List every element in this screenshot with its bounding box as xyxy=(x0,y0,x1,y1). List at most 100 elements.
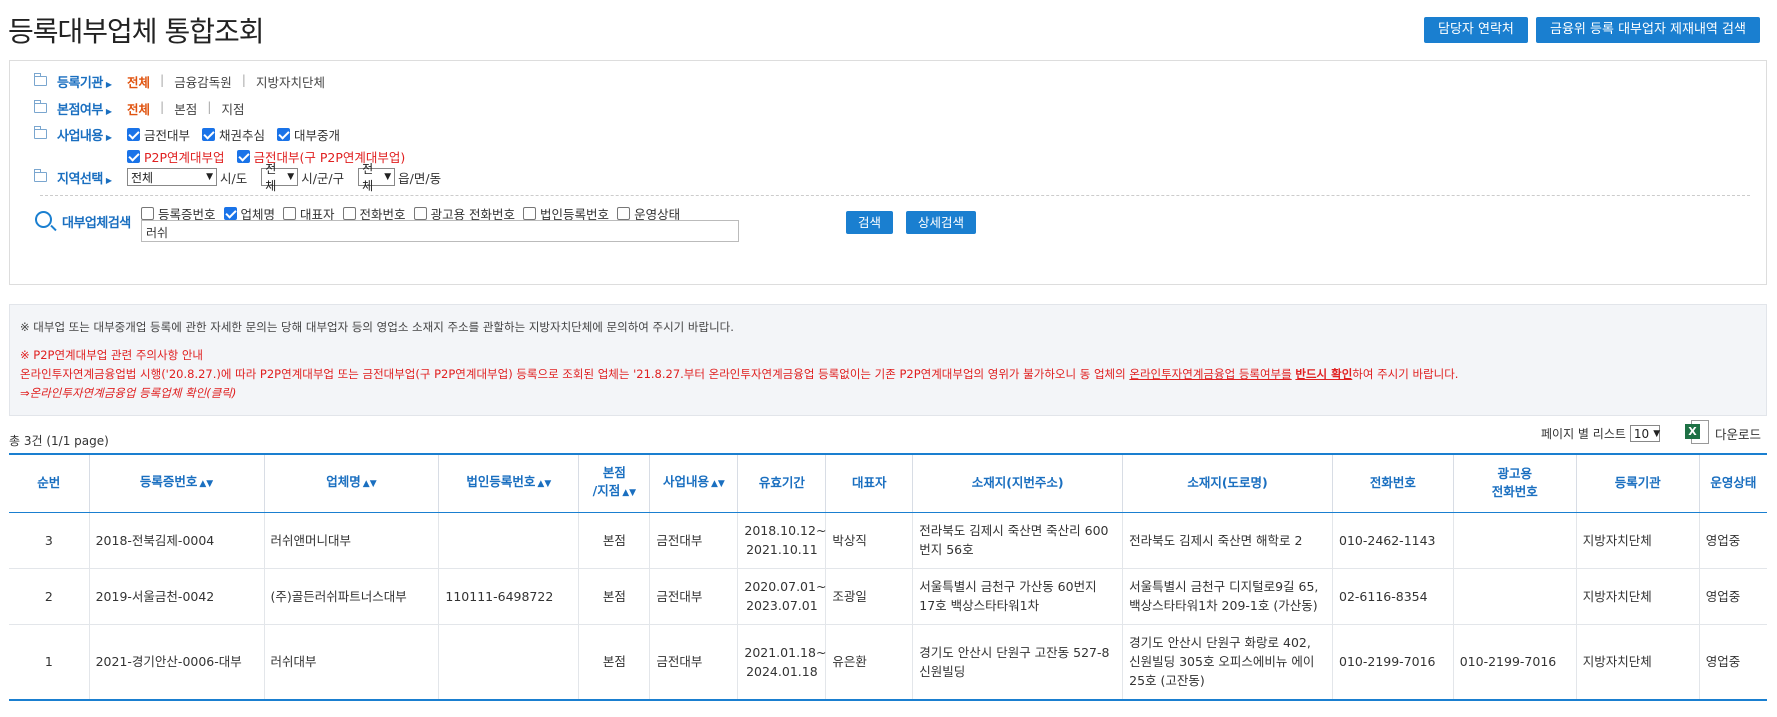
table-cell: 3 xyxy=(9,512,90,569)
sido-unit-label: 시/도 xyxy=(220,171,248,186)
checkbox-icon[interactable] xyxy=(617,207,631,220)
sort-icon[interactable]: ▲▼ xyxy=(363,479,377,489)
table-header-row: 순번 등록증번호 ▲▼ 업체명 ▲▼ 법인등록번호 ▲▼ 본점 /지점 ▲▼ 사업내용 ▲… xyxy=(9,453,1767,513)
table-cell: 본점 xyxy=(578,624,650,701)
col-header-index: 순번 xyxy=(9,453,90,513)
per-page-select[interactable]: 10 ▼ xyxy=(1629,425,1661,442)
table-cell: 본점 xyxy=(578,568,650,625)
sort-icon[interactable]: ▲▼ xyxy=(199,479,213,489)
col-header-company[interactable]: 업체명 ▲▼ xyxy=(263,453,439,513)
sort-icon[interactable]: ▲▼ xyxy=(622,488,636,498)
registrar-option-fss[interactable]: 금융감독원 xyxy=(174,72,232,91)
checkbox-checked-icon[interactable] xyxy=(127,150,140,163)
checkbox-icon[interactable] xyxy=(342,207,356,220)
table-cell: 2018.10.12~ 2021.10.11 xyxy=(737,512,826,569)
table-cell: 박상직 xyxy=(825,512,913,569)
folder-icon xyxy=(34,169,47,182)
branch-option-branch[interactable]: 지점 xyxy=(221,99,244,118)
p2p-check-link[interactable]: ⇒온라인투자연계금융업 등록업체 확인(클릭) xyxy=(20,385,236,401)
notice-general: ※ 대부업 또는 대부중개업 등록에 관한 자세한 문의는 당해 대부업자 등의… xyxy=(20,320,734,334)
col-header-reg-number[interactable]: 등록증번호 ▲▼ xyxy=(88,453,264,513)
checkbox-icon[interactable] xyxy=(523,207,537,220)
table-cell: 010-2462-1143 xyxy=(1332,512,1454,569)
sort-icon[interactable]: ▲▼ xyxy=(711,479,725,489)
table-cell: 서울특별시 금천구 가산동 60번지 17호 백상스타타워1차 xyxy=(912,568,1123,625)
notice-p2p-body: 온라인투자연계금융업법 시행('20.8.27.)에 따라 P2P연계대부업 또… xyxy=(20,367,1459,381)
table-cell: 유은환 xyxy=(825,624,913,701)
excel-icon[interactable]: X xyxy=(1685,420,1711,444)
filter-region-row: 지역선택 ▶ 전체 ▼ 시/도 전체 ▼ 시/군/구 전체 ▼ 읍/면/동 xyxy=(34,162,441,193)
table-cell xyxy=(438,512,579,569)
table-row[interactable]: 3 2018-전북김제-0004 러쉬앤머니대부 본점 금전대부 2018.10.12~ … xyxy=(9,512,1767,569)
table-cell xyxy=(438,624,579,701)
col-header-address-lot: 소재지(지번주소) xyxy=(912,453,1123,513)
col-header-business[interactable]: 사업내용 ▲▼ xyxy=(649,453,738,513)
registrar-option-local[interactable]: 지방자치단체 xyxy=(256,72,325,91)
sanctions-search-button[interactable]: 금융위 등록 대부업자 제재내역 검색 xyxy=(1536,17,1760,43)
checkbox-checked-icon[interactable] xyxy=(223,207,237,220)
table-cell: 1 xyxy=(9,624,90,701)
table-cell: 러쉬대부 xyxy=(263,624,439,701)
table-cell: 2021.01.18~ 2024.01.18 xyxy=(737,624,826,701)
triangle-right-icon: ▶ xyxy=(105,176,112,185)
download-link[interactable]: 다운로드 xyxy=(1715,424,1761,443)
business-checkbox-collection[interactable]: 채권추심 xyxy=(202,125,265,144)
sigungu-select[interactable]: 전체 ▼ xyxy=(261,162,299,193)
table-cell: 지방자치단체 xyxy=(1575,568,1700,625)
table-cell: (주)골든러쉬파트너스대부 xyxy=(263,568,439,625)
folder-icon xyxy=(34,126,47,139)
results-body: 3 2018-전북김제-0004 러쉬앤머니대부 본점 금전대부 2018.10.12~ … xyxy=(9,512,1767,701)
sort-icon[interactable]: ▲▼ xyxy=(537,479,551,489)
chevron-down-icon: ▼ xyxy=(287,172,295,182)
chevron-down-icon: ▼ xyxy=(384,172,392,182)
table-cell: 지방자치단체 xyxy=(1575,624,1700,701)
col-header-address-road: 소재지(도로명) xyxy=(1122,453,1333,513)
table-cell: 2020.07.01~ 2023.07.01 xyxy=(737,568,826,625)
divider: | xyxy=(241,72,246,87)
col-header-branch[interactable]: 본점 /지점 ▲▼ xyxy=(578,453,650,513)
divider xyxy=(40,195,1750,196)
filter-registrar-row: 등록기관 ▶ 전체 | 금융감독원 | 지방자치단체 xyxy=(34,72,325,91)
branch-option-all[interactable]: 전체 xyxy=(127,99,150,118)
notice-p2p-title: ※ P2P연계대부업 관련 주의사항 안내 xyxy=(20,348,203,362)
checkbox-checked-icon[interactable] xyxy=(127,128,140,141)
table-row[interactable]: 1 2021-경기안산-0006-대부 러쉬대부 본점 금전대부 2021.01.18~ … xyxy=(9,624,1767,701)
sido-select[interactable]: 전체 ▼ xyxy=(127,168,217,186)
contact-button[interactable]: 담당자 연락처 xyxy=(1424,17,1528,43)
business-checkbox-p2p[interactable]: P2P연계대부업 xyxy=(127,147,225,166)
checkbox-checked-icon[interactable] xyxy=(277,128,290,141)
branch-option-head[interactable]: 본점 xyxy=(174,99,197,118)
registrar-option-all[interactable]: 전체 xyxy=(127,72,150,91)
per-page-label: 페이지 별 리스트 xyxy=(1541,427,1626,441)
eupmyeon-select[interactable]: 전체 ▼ xyxy=(358,162,396,193)
search-button[interactable]: 검색 xyxy=(846,211,894,234)
table-cell: 금전대부 xyxy=(649,512,738,569)
divider: | xyxy=(160,99,165,114)
p2p-registration-link[interactable]: 온라인투자연계금융업 등록여부를 xyxy=(1129,367,1291,381)
table-cell: 서울특별시 금천구 디지털로9길 65, 백상스타타워1차 209-1호 (가산… xyxy=(1122,568,1333,625)
table-cell: 영업중 xyxy=(1698,624,1767,701)
search-label: 대부업체검색 xyxy=(62,216,131,231)
business-checkbox-loan[interactable]: 금전대부 xyxy=(127,125,190,144)
filter-region-label: 지역선택 xyxy=(57,172,103,187)
filter-branch-row: 본점여부 ▶ 전체 | 본점 | 지점 xyxy=(34,99,244,118)
divider: | xyxy=(207,99,212,114)
search-input[interactable]: 러쉬 xyxy=(141,220,739,242)
col-header-status: 운영상태 xyxy=(1698,453,1767,513)
checkbox-checked-icon[interactable] xyxy=(202,128,215,141)
detail-search-button[interactable]: 상세검색 xyxy=(906,211,977,234)
table-cell: 2021-경기안산-0006-대부 xyxy=(88,624,264,701)
page-title: 등록대부업체 통합조회 xyxy=(8,15,265,48)
checkbox-icon[interactable] xyxy=(141,207,154,220)
table-cell: 러쉬앤머니대부 xyxy=(263,512,439,569)
checkbox-icon[interactable] xyxy=(283,207,297,220)
checkbox-checked-icon[interactable] xyxy=(236,150,250,163)
table-row[interactable]: 2 2019-서울금천-0042 (주)골든러쉬파트너스대부 110111-64987… xyxy=(9,568,1767,625)
filter-branch-label: 본점여부 xyxy=(57,103,103,118)
chevron-down-icon: ▼ xyxy=(1653,428,1661,439)
checkbox-icon[interactable] xyxy=(413,207,427,220)
table-cell: 2019-서울금천-0042 xyxy=(88,568,264,625)
table-cell: 영업중 xyxy=(1698,568,1767,625)
col-header-corp-number[interactable]: 법인등록번호 ▲▼ xyxy=(438,453,579,513)
business-checkbox-brokerage[interactable]: 대부중개 xyxy=(277,125,340,144)
